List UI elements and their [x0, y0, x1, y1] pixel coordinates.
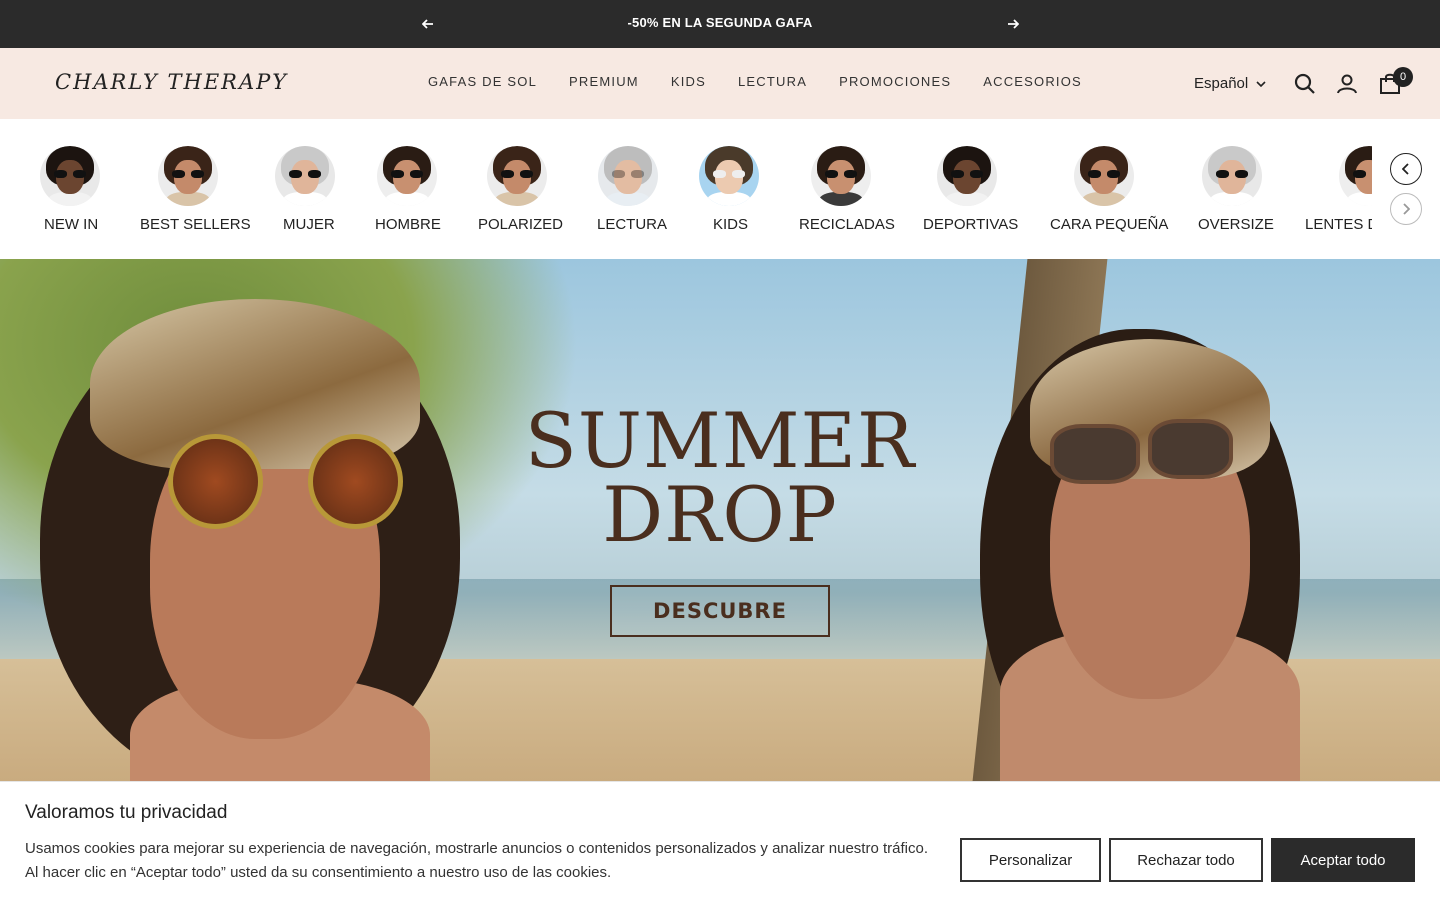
category-kids[interactable]	[699, 146, 759, 206]
search-icon[interactable]	[1293, 72, 1317, 96]
account-icon[interactable]	[1335, 72, 1359, 96]
category-label: KIDS	[713, 216, 749, 233]
carousel-next-button[interactable]	[1390, 193, 1422, 225]
nav-item-promociones[interactable]: PROMOCIONES	[839, 74, 951, 89]
nav-item-premium[interactable]: PREMIUM	[569, 74, 639, 89]
nav-item-lectura[interactable]: LECTURA	[738, 74, 807, 89]
category-lectura[interactable]	[598, 146, 658, 206]
category-mujer[interactable]	[275, 146, 335, 206]
category-avatar	[158, 146, 218, 206]
language-selector[interactable]: Español	[1194, 75, 1266, 92]
site-logo[interactable]: CHARLY THERAPY	[55, 70, 288, 94]
category-avatar	[487, 146, 547, 206]
chevron-left-icon	[1402, 163, 1409, 175]
category-avatar	[40, 146, 100, 206]
category-label: POLARIZED	[478, 216, 564, 233]
nav-item-gafas-de-sol[interactable]: GAFAS DE SOL	[428, 74, 537, 89]
category-label: HOMBRE	[375, 216, 441, 233]
cookie-description: Usamos cookies para mejorar su experienc…	[25, 840, 928, 881]
announcement-bar: -50% EN LA SEGUNDA GAFA	[0, 0, 1440, 48]
hero-title-line1: SUMMER	[524, 396, 916, 485]
category-avatar	[1339, 146, 1372, 206]
hero-title: SUMMER DROP	[520, 396, 920, 559]
category-label: NEW IN	[44, 216, 99, 233]
category-label: RECICLADAS	[799, 216, 895, 233]
category-avatar	[811, 146, 871, 206]
cookie-accept-button[interactable]: Aceptar todo	[1271, 838, 1415, 882]
category-avatar	[275, 146, 335, 206]
announcement-message: -50% EN LA SEGUNDA GAFA	[627, 15, 813, 30]
category-avatar	[1074, 146, 1134, 206]
language-label: Español	[1194, 75, 1249, 92]
category-avatar	[377, 146, 437, 206]
category-new-in[interactable]	[40, 146, 100, 206]
category-avatar	[937, 146, 997, 206]
cart-count-badge: 0	[1393, 67, 1413, 87]
category-avatar	[699, 146, 759, 206]
cookie-customize-button[interactable]: Personalizar	[960, 838, 1101, 882]
category-track: NEW IN BEST SELLERS MUJER HOMBRE POLARIZ…	[0, 119, 1372, 259]
category-lentes[interactable]	[1305, 146, 1372, 206]
cookie-title: Valoramos tu privacidad	[25, 802, 228, 823]
site-header: CHARLY THERAPY GAFAS DE SOL PREMIUM KIDS…	[0, 48, 1440, 119]
category-carousel: NEW IN BEST SELLERS MUJER HOMBRE POLARIZ…	[0, 119, 1440, 259]
chevron-right-icon	[1403, 203, 1410, 215]
carousel-prev-button[interactable]	[1390, 153, 1422, 185]
category-label: DEPORTIVAS	[923, 216, 1019, 233]
hero-cta-button[interactable]: DESCUBRE	[610, 585, 830, 637]
category-label: CARA PEQUEÑA	[1050, 216, 1169, 233]
cookie-consent-banner: Valoramos tu privacidad Usamos cookies p…	[0, 781, 1440, 900]
chevron-down-icon	[1256, 80, 1266, 87]
hero-title-line2: DROP	[602, 470, 838, 559]
category-label: LECTURA	[597, 216, 668, 233]
nav-item-accesorios[interactable]: ACCESORIOS	[983, 74, 1082, 89]
category-oversize[interactable]	[1202, 146, 1262, 206]
category-hombre[interactable]	[377, 146, 437, 206]
main-nav: GAFAS DE SOL PREMIUM KIDS LECTURA PROMOC…	[428, 74, 1082, 89]
category-deportivas[interactable]	[937, 146, 997, 206]
category-avatar	[1202, 146, 1262, 206]
category-label: OVERSIZE	[1198, 216, 1274, 233]
category-polarized[interactable]	[487, 146, 547, 206]
category-label: MUJER	[283, 216, 335, 233]
category-best-sellers[interactable]	[158, 146, 218, 206]
category-cara-pequena[interactable]	[1074, 146, 1134, 206]
category-label: LENTES D	[1305, 216, 1372, 233]
announcement-next-arrow-icon[interactable]	[1003, 14, 1023, 34]
cookie-reject-button[interactable]: Rechazar todo	[1109, 838, 1263, 882]
nav-item-kids[interactable]: KIDS	[671, 74, 706, 89]
category-recicladas[interactable]	[811, 146, 871, 206]
category-avatar	[598, 146, 658, 206]
hero-banner[interactable]: SUMMER DROP DESCUBRE	[0, 259, 1440, 781]
category-label: BEST SELLERS	[140, 216, 251, 233]
